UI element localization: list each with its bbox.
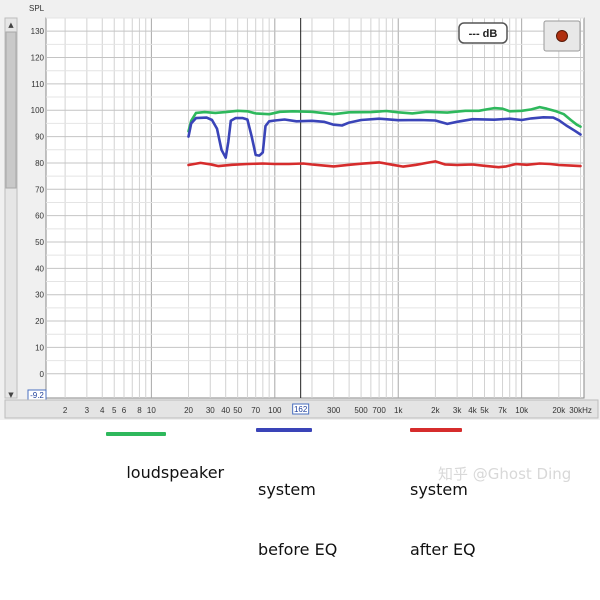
watermark: 知乎 @Ghost Ding [438, 465, 572, 483]
y-tick-label: 30 [35, 291, 44, 300]
y-tick-label: 0 [40, 370, 45, 379]
scroll-down-icon[interactable]: ▼ [8, 391, 14, 399]
x-tick-label: 8 [137, 406, 142, 415]
legend-before-eq-line-1: system [258, 480, 316, 499]
x-tick-label: 30kHz [569, 406, 592, 415]
x-tick-label: 10k [515, 406, 529, 415]
x-tick-label: 40 [221, 406, 230, 415]
y-tick-label: 110 [31, 80, 44, 89]
y-axis-label: SPL [29, 4, 45, 13]
x-tick-label: 50 [233, 406, 242, 415]
legend-swatch-loudspeaker [106, 432, 166, 436]
x-tick-label: 1k [394, 406, 403, 415]
y-tick-label: 130 [31, 27, 45, 36]
plot-area [45, 17, 585, 399]
x-tick-label: 4 [100, 406, 105, 415]
legend-label-loudspeaker: loudspeaker [106, 443, 224, 503]
y-tick-label: 60 [35, 212, 44, 221]
y-tick-label: 10 [35, 343, 44, 352]
y-scrollbar-thumb[interactable] [5, 31, 17, 189]
x-tick-label: 20k [552, 406, 566, 415]
y-tick-label: 40 [35, 264, 44, 273]
x-tick-label: 2 [63, 406, 68, 415]
x-tick-label: 30 [206, 406, 215, 415]
y-tick-label: 20 [35, 317, 44, 326]
y-tick-label: 120 [31, 54, 45, 63]
scroll-up-icon[interactable]: ▲ [8, 21, 14, 29]
legend-after-eq-line-2: after EQ [410, 540, 476, 559]
x-tick-label: 5k [480, 406, 489, 415]
y-tick-label: 100 [31, 106, 45, 115]
x-tick-label: 7k [498, 406, 507, 415]
legend-label-before-eq: system before EQ [258, 440, 337, 600]
x-tick-label: 500 [354, 406, 368, 415]
x-tick-label: 3k [453, 406, 462, 415]
y-tick-label: 70 [35, 185, 44, 194]
x-tick-label: 20 [184, 406, 193, 415]
x-tick-label: 6 [122, 406, 127, 415]
y-tick-label: 50 [35, 238, 44, 247]
x-tick-label: 2k [431, 406, 440, 415]
y-tick-label: 80 [35, 159, 44, 168]
y-min-label: -9.2 [30, 391, 44, 400]
legend-before-eq-line-2: before EQ [258, 540, 338, 559]
legend-swatch-before-eq [256, 428, 312, 432]
record-icon[interactable] [556, 30, 568, 42]
x-tick-label: 70 [251, 406, 260, 415]
cursor-marker-label: 162 [294, 405, 308, 414]
x-tick-label: 4k [468, 406, 477, 415]
chart: SPL1301201101009080706050403020100-9.2▲▼… [0, 0, 600, 420]
app-window: SPL 130 120 110 100 90 80 70 60 50 40 30 20 10 0 -9.2 ▲ ▼… [0, 0, 600, 559]
legend-swatch-after-eq [410, 428, 462, 432]
db-readout-label: --- dB [469, 28, 498, 40]
y-tick-label: 90 [35, 133, 44, 142]
x-tick-label: 10 [147, 406, 156, 415]
x-tick-label: 700 [372, 406, 386, 415]
x-tick-label: 5 [112, 406, 117, 415]
x-tick-label: 3 [85, 406, 90, 415]
x-tick-label: 300 [327, 406, 341, 415]
legend-loudspeaker-line-1: loudspeaker [126, 463, 225, 482]
x-tick-label: 100 [268, 406, 282, 415]
